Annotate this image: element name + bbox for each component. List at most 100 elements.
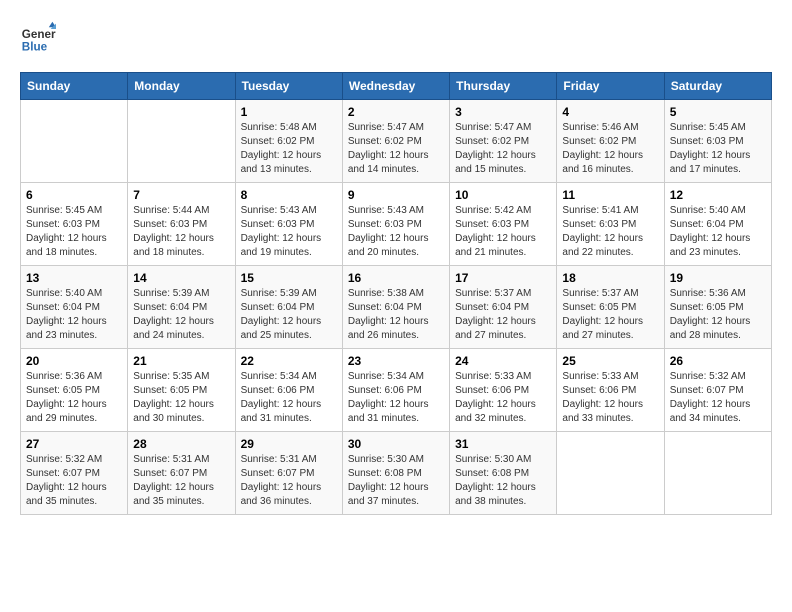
calendar-week-3: 13 Sunrise: 5:40 AM Sunset: 6:04 PM Dayli… [21, 266, 772, 349]
calendar-cell: 5Sunrise: 5:45 AM Sunset: 6:03 PM Daylig… [664, 100, 771, 183]
day-number: 18 [562, 271, 658, 285]
calendar-cell: 1 Sunrise: 5:48 AM Sunset: 6:02 PM Daylig… [235, 100, 342, 183]
day-info: Sunrise: 5:43 AM Sunset: 6:03 PM Dayligh… [348, 204, 444, 260]
calendar-cell: 6 Sunrise: 5:45 AM Sunset: 6:03 PM Daylig… [21, 183, 128, 266]
calendar-table: SundayMondayTuesdayWednesdayThursdayFrid… [20, 72, 772, 515]
calendar-week-5: 27 Sunrise: 5:32 AM Sunset: 6:07 PM Dayli… [21, 432, 772, 515]
calendar-cell: 13 Sunrise: 5:40 AM Sunset: 6:04 PM Dayli… [21, 266, 128, 349]
day-number: 22 [241, 354, 337, 368]
day-number: 10 [455, 188, 551, 202]
calendar-cell: 22 Sunrise: 5:34 AM Sunset: 6:06 PM Dayli… [235, 349, 342, 432]
calendar-cell: 27 Sunrise: 5:32 AM Sunset: 6:07 PM Dayli… [21, 432, 128, 515]
day-number: 21 [133, 354, 229, 368]
day-number: 3 [455, 105, 551, 119]
calendar-cell: 24Sunrise: 5:33 AM Sunset: 6:06 PM Dayli… [450, 349, 557, 432]
logo: General Blue [20, 20, 60, 56]
day-info: Sunrise: 5:32 AM Sunset: 6:07 PM Dayligh… [670, 370, 766, 426]
day-info: Sunrise: 5:41 AM Sunset: 6:03 PM Dayligh… [562, 204, 658, 260]
day-info: Sunrise: 5:30 AM Sunset: 6:08 PM Dayligh… [348, 453, 444, 509]
calendar-cell: 30 Sunrise: 5:30 AM Sunset: 6:08 PM Dayli… [342, 432, 449, 515]
calendar-cell: 23 Sunrise: 5:34 AM Sunset: 6:06 PM Dayli… [342, 349, 449, 432]
day-info: Sunrise: 5:32 AM Sunset: 6:07 PM Dayligh… [26, 453, 122, 509]
weekday-header-monday: Monday [128, 73, 235, 100]
day-info: Sunrise: 5:36 AM Sunset: 6:05 PM Dayligh… [26, 370, 122, 426]
weekday-header-saturday: Saturday [664, 73, 771, 100]
day-info: Sunrise: 5:30 AM Sunset: 6:08 PM Dayligh… [455, 453, 551, 509]
day-info: Sunrise: 5:47 AM Sunset: 6:02 PM Dayligh… [455, 121, 551, 177]
day-number: 4 [562, 105, 658, 119]
calendar-week-1: 1 Sunrise: 5:48 AM Sunset: 6:02 PM Daylig… [21, 100, 772, 183]
calendar-cell: 28 Sunrise: 5:31 AM Sunset: 6:07 PM Dayli… [128, 432, 235, 515]
day-info: Sunrise: 5:48 AM Sunset: 6:02 PM Dayligh… [241, 121, 337, 177]
day-info: Sunrise: 5:39 AM Sunset: 6:04 PM Dayligh… [133, 287, 229, 343]
weekday-header-row: SundayMondayTuesdayWednesdayThursdayFrid… [21, 73, 772, 100]
calendar-cell [128, 100, 235, 183]
calendar-cell: 29 Sunrise: 5:31 AM Sunset: 6:07 PM Dayli… [235, 432, 342, 515]
day-number: 8 [241, 188, 337, 202]
day-number: 5 [670, 105, 766, 119]
calendar-cell: 7 Sunrise: 5:44 AM Sunset: 6:03 PM Daylig… [128, 183, 235, 266]
calendar-cell: 21 Sunrise: 5:35 AM Sunset: 6:05 PM Dayli… [128, 349, 235, 432]
day-info: Sunrise: 5:34 AM Sunset: 6:06 PM Dayligh… [241, 370, 337, 426]
day-info: Sunrise: 5:46 AM Sunset: 6:02 PM Dayligh… [562, 121, 658, 177]
calendar-cell: 10Sunrise: 5:42 AM Sunset: 6:03 PM Dayli… [450, 183, 557, 266]
day-number: 13 [26, 271, 122, 285]
weekday-header-sunday: Sunday [21, 73, 128, 100]
day-info: Sunrise: 5:34 AM Sunset: 6:06 PM Dayligh… [348, 370, 444, 426]
day-info: Sunrise: 5:35 AM Sunset: 6:05 PM Dayligh… [133, 370, 229, 426]
day-info: Sunrise: 5:39 AM Sunset: 6:04 PM Dayligh… [241, 287, 337, 343]
day-number: 9 [348, 188, 444, 202]
calendar-cell [21, 100, 128, 183]
day-number: 25 [562, 354, 658, 368]
day-info: Sunrise: 5:31 AM Sunset: 6:07 PM Dayligh… [241, 453, 337, 509]
calendar-week-4: 20Sunrise: 5:36 AM Sunset: 6:05 PM Dayli… [21, 349, 772, 432]
day-number: 16 [348, 271, 444, 285]
calendar-cell: 3 Sunrise: 5:47 AM Sunset: 6:02 PM Daylig… [450, 100, 557, 183]
calendar-cell: 31Sunrise: 5:30 AM Sunset: 6:08 PM Dayli… [450, 432, 557, 515]
day-info: Sunrise: 5:44 AM Sunset: 6:03 PM Dayligh… [133, 204, 229, 260]
page-header: General Blue [20, 20, 772, 56]
day-info: Sunrise: 5:37 AM Sunset: 6:04 PM Dayligh… [455, 287, 551, 343]
day-number: 19 [670, 271, 766, 285]
weekday-header-tuesday: Tuesday [235, 73, 342, 100]
day-info: Sunrise: 5:40 AM Sunset: 6:04 PM Dayligh… [26, 287, 122, 343]
calendar-cell: 15Sunrise: 5:39 AM Sunset: 6:04 PM Dayli… [235, 266, 342, 349]
calendar-cell: 25 Sunrise: 5:33 AM Sunset: 6:06 PM Dayli… [557, 349, 664, 432]
logo-icon: General Blue [20, 20, 56, 56]
calendar-cell: 26 Sunrise: 5:32 AM Sunset: 6:07 PM Dayli… [664, 349, 771, 432]
calendar-body: 1 Sunrise: 5:48 AM Sunset: 6:02 PM Daylig… [21, 100, 772, 515]
day-number: 7 [133, 188, 229, 202]
svg-text:Blue: Blue [22, 41, 48, 54]
day-number: 29 [241, 437, 337, 451]
weekday-header-friday: Friday [557, 73, 664, 100]
day-info: Sunrise: 5:47 AM Sunset: 6:02 PM Dayligh… [348, 121, 444, 177]
day-number: 26 [670, 354, 766, 368]
day-info: Sunrise: 5:40 AM Sunset: 6:04 PM Dayligh… [670, 204, 766, 260]
calendar-cell: 11Sunrise: 5:41 AM Sunset: 6:03 PM Dayli… [557, 183, 664, 266]
calendar-cell: 8Sunrise: 5:43 AM Sunset: 6:03 PM Daylig… [235, 183, 342, 266]
svg-text:General: General [22, 28, 56, 41]
day-info: Sunrise: 5:38 AM Sunset: 6:04 PM Dayligh… [348, 287, 444, 343]
day-number: 1 [241, 105, 337, 119]
calendar-week-2: 6 Sunrise: 5:45 AM Sunset: 6:03 PM Daylig… [21, 183, 772, 266]
calendar-cell: 18 Sunrise: 5:37 AM Sunset: 6:05 PM Dayli… [557, 266, 664, 349]
day-number: 24 [455, 354, 551, 368]
day-number: 28 [133, 437, 229, 451]
day-number: 27 [26, 437, 122, 451]
calendar-cell: 19 Sunrise: 5:36 AM Sunset: 6:05 PM Dayli… [664, 266, 771, 349]
day-number: 23 [348, 354, 444, 368]
day-info: Sunrise: 5:37 AM Sunset: 6:05 PM Dayligh… [562, 287, 658, 343]
calendar-cell: 16 Sunrise: 5:38 AM Sunset: 6:04 PM Dayli… [342, 266, 449, 349]
day-number: 2 [348, 105, 444, 119]
weekday-header-thursday: Thursday [450, 73, 557, 100]
day-number: 30 [348, 437, 444, 451]
calendar-cell: 14 Sunrise: 5:39 AM Sunset: 6:04 PM Dayli… [128, 266, 235, 349]
day-info: Sunrise: 5:33 AM Sunset: 6:06 PM Dayligh… [562, 370, 658, 426]
calendar-cell: 4 Sunrise: 5:46 AM Sunset: 6:02 PM Daylig… [557, 100, 664, 183]
day-info: Sunrise: 5:31 AM Sunset: 6:07 PM Dayligh… [133, 453, 229, 509]
day-info: Sunrise: 5:45 AM Sunset: 6:03 PM Dayligh… [26, 204, 122, 260]
day-number: 14 [133, 271, 229, 285]
day-number: 6 [26, 188, 122, 202]
day-info: Sunrise: 5:36 AM Sunset: 6:05 PM Dayligh… [670, 287, 766, 343]
calendar-cell: 9 Sunrise: 5:43 AM Sunset: 6:03 PM Daylig… [342, 183, 449, 266]
